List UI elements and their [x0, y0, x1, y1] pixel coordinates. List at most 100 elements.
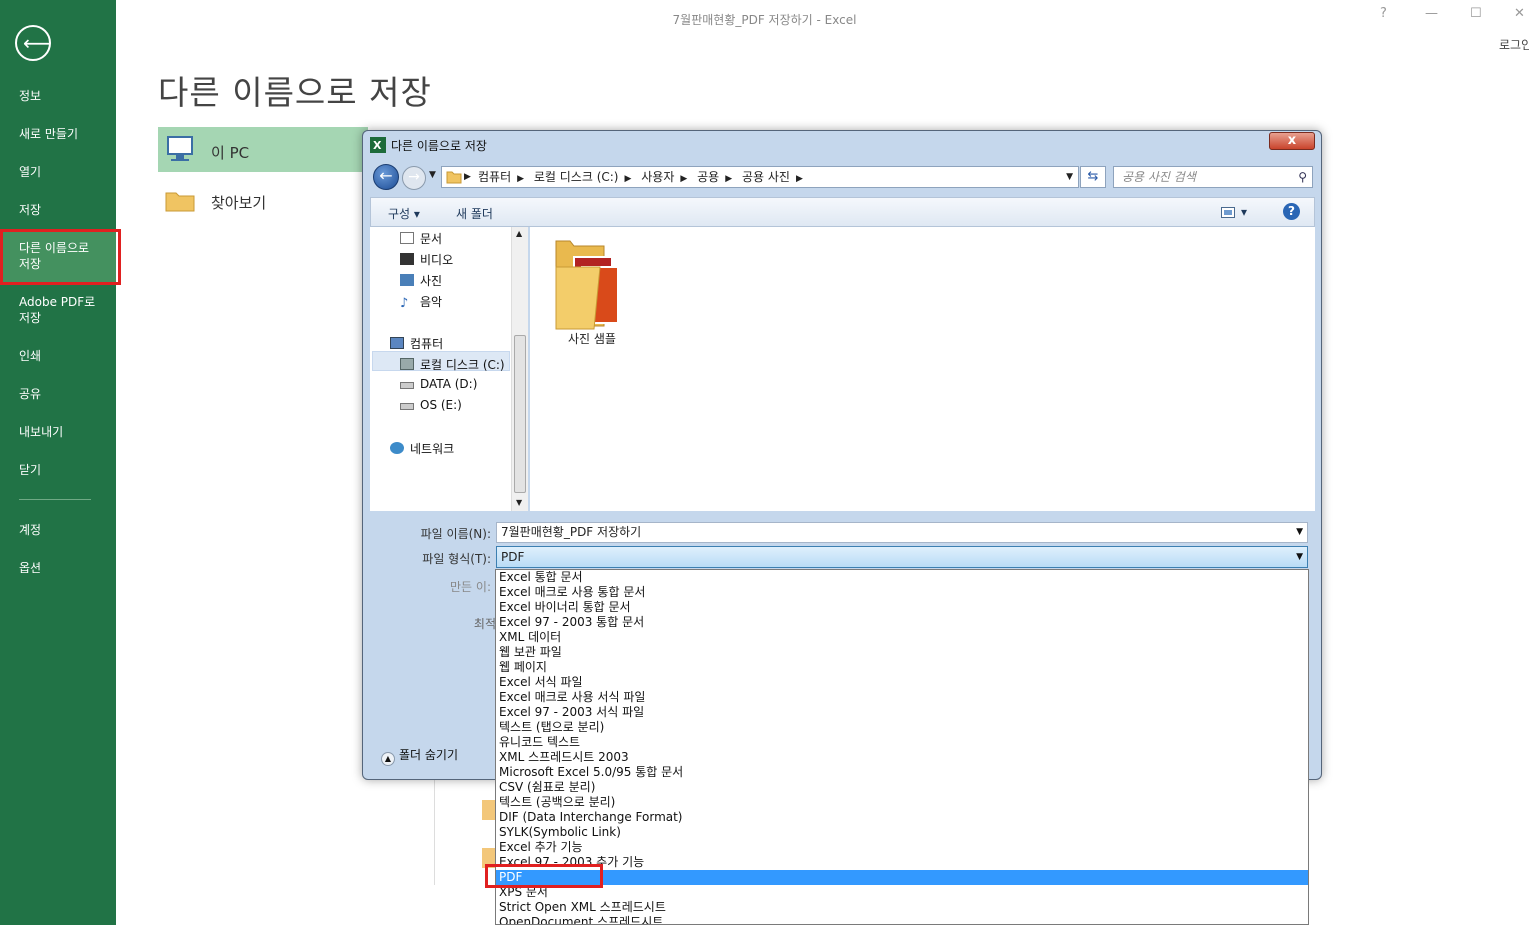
- place-this-pc[interactable]: 이 PC: [158, 127, 368, 172]
- maximize-button[interactable]: ☐: [1470, 6, 1482, 21]
- filetype-option[interactable]: Strict Open XML 스프레드시트: [496, 900, 1308, 915]
- breadcrumb-item[interactable]: 사용자: [641, 170, 674, 184]
- address-bar[interactable]: ▶ 컴퓨터 ▶ 로컬 디스크 (C:) ▶ 사용자 ▶ 공용 ▶ 공용 사진 ▶ ▼: [441, 166, 1079, 188]
- nav-item-network[interactable]: 네트워크: [390, 440, 454, 457]
- filetype-option[interactable]: Excel 97 - 2003 추가 기능: [496, 855, 1308, 870]
- chevron-down-icon[interactable]: ▼: [1296, 523, 1303, 542]
- nav-scrollbar[interactable]: ▲ ▼: [511, 227, 528, 511]
- nav-item-videos[interactable]: 비디오: [400, 251, 453, 268]
- filename-label: 파일 이름(N):: [420, 527, 491, 541]
- file-list-pane: 사진 샘플: [530, 227, 1315, 511]
- sidebar-item-close[interactable]: 닫기: [0, 462, 116, 478]
- nav-item-music[interactable]: ♪ 음악: [400, 293, 442, 310]
- breadcrumb-item[interactable]: 컴퓨터: [478, 170, 511, 184]
- filetype-option[interactable]: DIF (Data Interchange Format): [496, 810, 1308, 825]
- breadcrumb-item[interactable]: 공용: [697, 170, 719, 184]
- hide-folders-button[interactable]: ▲ 폴더 숨기기: [381, 746, 458, 766]
- filetype-option[interactable]: Excel 매크로 사용 서식 파일: [496, 690, 1308, 705]
- filetype-option[interactable]: Microsoft Excel 5.0/95 통합 문서: [496, 765, 1308, 780]
- nav-item-computer[interactable]: 컴퓨터: [390, 335, 443, 352]
- document-icon: [400, 232, 414, 244]
- chevron-up-icon: ▲: [381, 752, 395, 766]
- nav-back-button[interactable]: ←: [373, 164, 399, 190]
- filetype-label: 파일 형식(T):: [422, 552, 491, 566]
- filetype-option[interactable]: 웹 페이지: [496, 660, 1308, 675]
- page-title: 다른 이름으로 저장: [158, 73, 432, 112]
- sidebar-item-save-adobe-pdf[interactable]: Adobe PDF로 저장: [0, 294, 116, 326]
- filetype-option[interactable]: XML 스프레드시트 2003: [496, 750, 1308, 765]
- filetype-option[interactable]: 텍스트 (탭으로 분리): [496, 720, 1308, 735]
- scroll-down-icon[interactable]: ▼: [516, 498, 522, 507]
- folder-icon: [446, 171, 462, 184]
- filetype-option[interactable]: PDF: [496, 870, 1308, 885]
- filetype-select[interactable]: PDF ▼: [496, 546, 1308, 568]
- chevron-down-icon[interactable]: ▼: [1296, 547, 1303, 567]
- drive-icon: [400, 358, 414, 370]
- filetype-option[interactable]: XPS 문서: [496, 885, 1308, 900]
- filetype-option[interactable]: Excel 서식 파일: [496, 675, 1308, 690]
- place-browse[interactable]: 찾아보기: [158, 182, 368, 222]
- scrollbar-thumb[interactable]: [514, 335, 526, 493]
- filetype-option[interactable]: Excel 97 - 2003 서식 파일: [496, 705, 1308, 720]
- author-label: 만든 이:: [450, 580, 491, 594]
- sidebar-item-options[interactable]: 옵션: [0, 560, 116, 576]
- sidebar-item-account[interactable]: 계정: [0, 522, 116, 538]
- folder-icon: [482, 800, 496, 820]
- nav-item-os-e[interactable]: OS (E:): [400, 398, 462, 412]
- dialog-toolbar: 구성 ▾ 새 폴더 ▾ ?: [370, 197, 1315, 227]
- view-icon[interactable]: [1221, 207, 1235, 218]
- sidebar-item-info[interactable]: 정보: [0, 88, 116, 104]
- network-icon: [390, 442, 404, 454]
- sidebar-item-open[interactable]: 열기: [0, 164, 116, 180]
- dialog-close-button[interactable]: x: [1269, 132, 1315, 150]
- svg-text:X: X: [373, 139, 382, 152]
- filetype-option[interactable]: 텍스트 (공백으로 분리): [496, 795, 1308, 810]
- music-icon: ♪: [400, 296, 409, 311]
- sidebar-item-print[interactable]: 인쇄: [0, 348, 116, 364]
- help-icon[interactable]: ?: [1283, 203, 1300, 220]
- filetype-option[interactable]: XML 데이터: [496, 630, 1308, 645]
- filename-input[interactable]: 7월판매현황_PDF 저장하기 ▼: [496, 522, 1308, 543]
- filetype-option[interactable]: Excel 통합 문서: [496, 570, 1308, 585]
- help-icon[interactable]: ?: [1380, 6, 1387, 21]
- scroll-up-icon[interactable]: ▲: [516, 229, 522, 238]
- nav-item-documents[interactable]: 문서: [400, 230, 442, 247]
- breadcrumb-item[interactable]: 공용 사진: [742, 170, 790, 184]
- filetype-option[interactable]: Excel 바이너리 통합 문서: [496, 600, 1308, 615]
- view-options-button[interactable]: ▾: [1241, 205, 1247, 219]
- nav-item-pictures[interactable]: 사진: [400, 272, 442, 289]
- folder-item-photo-samples[interactable]: [554, 235, 624, 333]
- new-folder-button[interactable]: 새 폴더: [456, 205, 493, 222]
- filetype-option[interactable]: Excel 매크로 사용 통합 문서: [496, 585, 1308, 600]
- login-link[interactable]: 로그인: [1499, 36, 1529, 53]
- sidebar-item-share[interactable]: 공유: [0, 386, 116, 402]
- filetype-dropdown-list[interactable]: Excel 통합 문서 Excel 매크로 사용 통합 문서 Excel 바이너리 …: [495, 569, 1309, 925]
- minimize-button[interactable]: —: [1425, 6, 1438, 21]
- nav-forward-button[interactable]: →: [402, 166, 426, 190]
- sidebar-item-new[interactable]: 새로 만들기: [0, 126, 116, 142]
- back-button[interactable]: ⟵: [15, 25, 52, 61]
- picture-icon: [400, 274, 414, 286]
- chevron-down-icon[interactable]: ▼: [1066, 167, 1073, 187]
- navigation-pane: 문서 비디오 사진 ♪ 음악 컴퓨터 로컬 디스크 (C:) DATA (D:) …: [370, 227, 528, 511]
- filetype-option[interactable]: SYLK(Symbolic Link): [496, 825, 1308, 840]
- nav-item-data-d[interactable]: DATA (D:): [400, 377, 477, 391]
- place-label: 찾아보기: [211, 194, 267, 212]
- computer-icon: [167, 136, 193, 161]
- nav-item-local-disk-c[interactable]: 로컬 디스크 (C:): [400, 356, 505, 373]
- filetype-option[interactable]: 유니코드 텍스트: [496, 735, 1308, 750]
- breadcrumb-item[interactable]: 로컬 디스크 (C:): [534, 170, 619, 184]
- chevron-down-icon[interactable]: ▼: [429, 170, 436, 180]
- filetype-option[interactable]: Excel 추가 기능: [496, 840, 1308, 855]
- highlight-box-pdf: [485, 864, 603, 888]
- search-input[interactable]: 공용 사진 검색 ⚲: [1113, 166, 1313, 188]
- refresh-button[interactable]: ⇆: [1080, 166, 1106, 188]
- filetype-option[interactable]: CSV (쉼표로 분리): [496, 780, 1308, 795]
- filetype-option[interactable]: Excel 97 - 2003 통합 문서: [496, 615, 1308, 630]
- filetype-option[interactable]: 웹 보관 파일: [496, 645, 1308, 660]
- sidebar-item-save[interactable]: 저장: [0, 202, 116, 218]
- sidebar-item-export[interactable]: 내보내기: [0, 424, 116, 440]
- filetype-option[interactable]: OpenDocument 스프레드시트: [496, 915, 1308, 924]
- close-button[interactable]: ✕: [1514, 6, 1525, 21]
- organize-button[interactable]: 구성 ▾: [388, 205, 420, 222]
